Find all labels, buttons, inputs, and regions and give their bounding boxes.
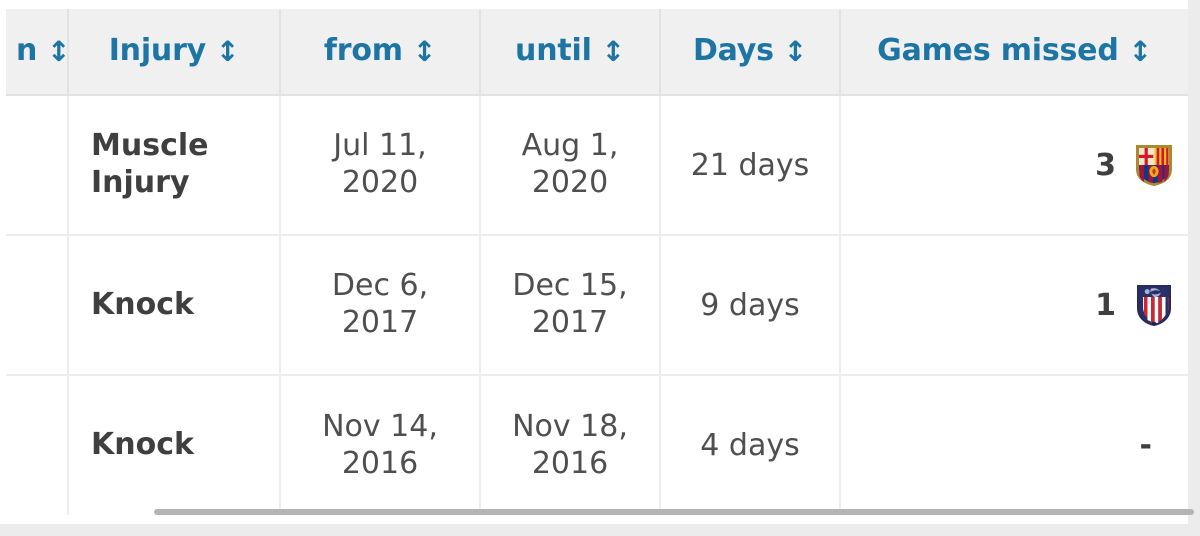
column-header-from[interactable]: from ↕	[280, 9, 481, 96]
cell-days: 4 days	[660, 375, 841, 515]
games-missed-group: 1	[1095, 283, 1174, 327]
cell-games-missed: 3	[840, 95, 1188, 236]
cell-until: Aug 1, 2020	[480, 95, 661, 236]
column-header-days-label: Days	[692, 33, 774, 68]
cell-injury: Knock	[68, 375, 281, 515]
games-missed-group: 3	[1095, 143, 1174, 187]
sort-updown-icon[interactable]: ↕	[1129, 38, 1152, 66]
cell-season	[6, 375, 69, 515]
table-scroll-container[interactable]: n↕ Injury↕ from↕ until↕ Days↕	[6, 9, 1188, 527]
table-header: n↕ Injury↕ from↕ until↕ Days↕	[6, 9, 1188, 96]
injury-history-table-view: n↕ Injury↕ from↕ until↕ Days↕	[0, 0, 1200, 536]
sort-updown-icon[interactable]: ↕	[413, 38, 436, 66]
column-header-games-missed-label: Games missed	[877, 33, 1119, 68]
table-row[interactable]: Knock Dec 6, 2017 Dec 15, 2017 9 days 1	[6, 235, 1188, 376]
right-page-gutter	[1188, 0, 1200, 536]
cell-days: 9 days	[660, 235, 841, 376]
cell-days: 21 days	[660, 95, 841, 236]
cell-games-missed: 1	[840, 235, 1188, 376]
top-gutter	[0, 0, 1200, 9]
column-header-season[interactable]: n↕	[6, 9, 69, 96]
column-header-games-missed[interactable]: Games missed ↕	[840, 9, 1188, 96]
cell-from: Jul 11, 2020	[280, 95, 481, 236]
column-header-until-label: until	[515, 33, 592, 68]
games-missed-count: -	[1139, 428, 1152, 463]
horizontal-scrollbar[interactable]	[6, 505, 1194, 519]
table-row[interactable]: Knock Nov 14, 2016 Nov 18, 2016 4 days -	[6, 375, 1188, 515]
sort-updown-icon[interactable]: ↕	[47, 38, 66, 66]
cell-until: Dec 15, 2017	[480, 235, 661, 376]
header-row: n↕ Injury↕ from↕ until↕ Days↕	[6, 9, 1188, 96]
column-header-until[interactable]: until ↕	[480, 9, 661, 96]
cell-injury: Knock	[68, 235, 281, 376]
column-header-injury[interactable]: Injury ↕	[68, 9, 281, 96]
games-missed-count: 3	[1095, 147, 1116, 183]
sort-updown-icon[interactable]: ↕	[784, 38, 807, 66]
cell-season	[6, 235, 69, 376]
injury-history-table: n↕ Injury↕ from↕ until↕ Days↕	[6, 9, 1188, 515]
games-missed-count: 1	[1095, 287, 1116, 323]
horizontal-scrollbar-thumb[interactable]	[154, 509, 1194, 515]
column-header-from-label: from	[323, 33, 403, 68]
table-row[interactable]: Muscle Injury Jul 11, 2020 Aug 1, 2020 2…	[6, 95, 1188, 236]
atletico-madrid-crest-icon	[1134, 283, 1174, 327]
cell-until: Nov 18, 2016	[480, 375, 661, 515]
table-body: Muscle Injury Jul 11, 2020 Aug 1, 2020 2…	[6, 95, 1188, 515]
fc-barcelona-crest-icon	[1134, 143, 1174, 187]
cell-season	[6, 95, 69, 236]
column-header-days[interactable]: Days ↕	[660, 9, 841, 96]
column-header-season-label: n	[16, 33, 38, 68]
cell-from: Dec 6, 2017	[280, 235, 481, 376]
cell-games-missed: -	[840, 375, 1188, 515]
cell-injury: Muscle Injury	[68, 95, 281, 236]
column-header-injury-label: Injury	[108, 33, 207, 68]
cell-from: Nov 14, 2016	[280, 375, 481, 515]
bottom-page-gutter	[0, 524, 1200, 536]
sort-updown-icon[interactable]: ↕	[216, 38, 239, 66]
sort-updown-icon[interactable]: ↕	[602, 38, 625, 66]
